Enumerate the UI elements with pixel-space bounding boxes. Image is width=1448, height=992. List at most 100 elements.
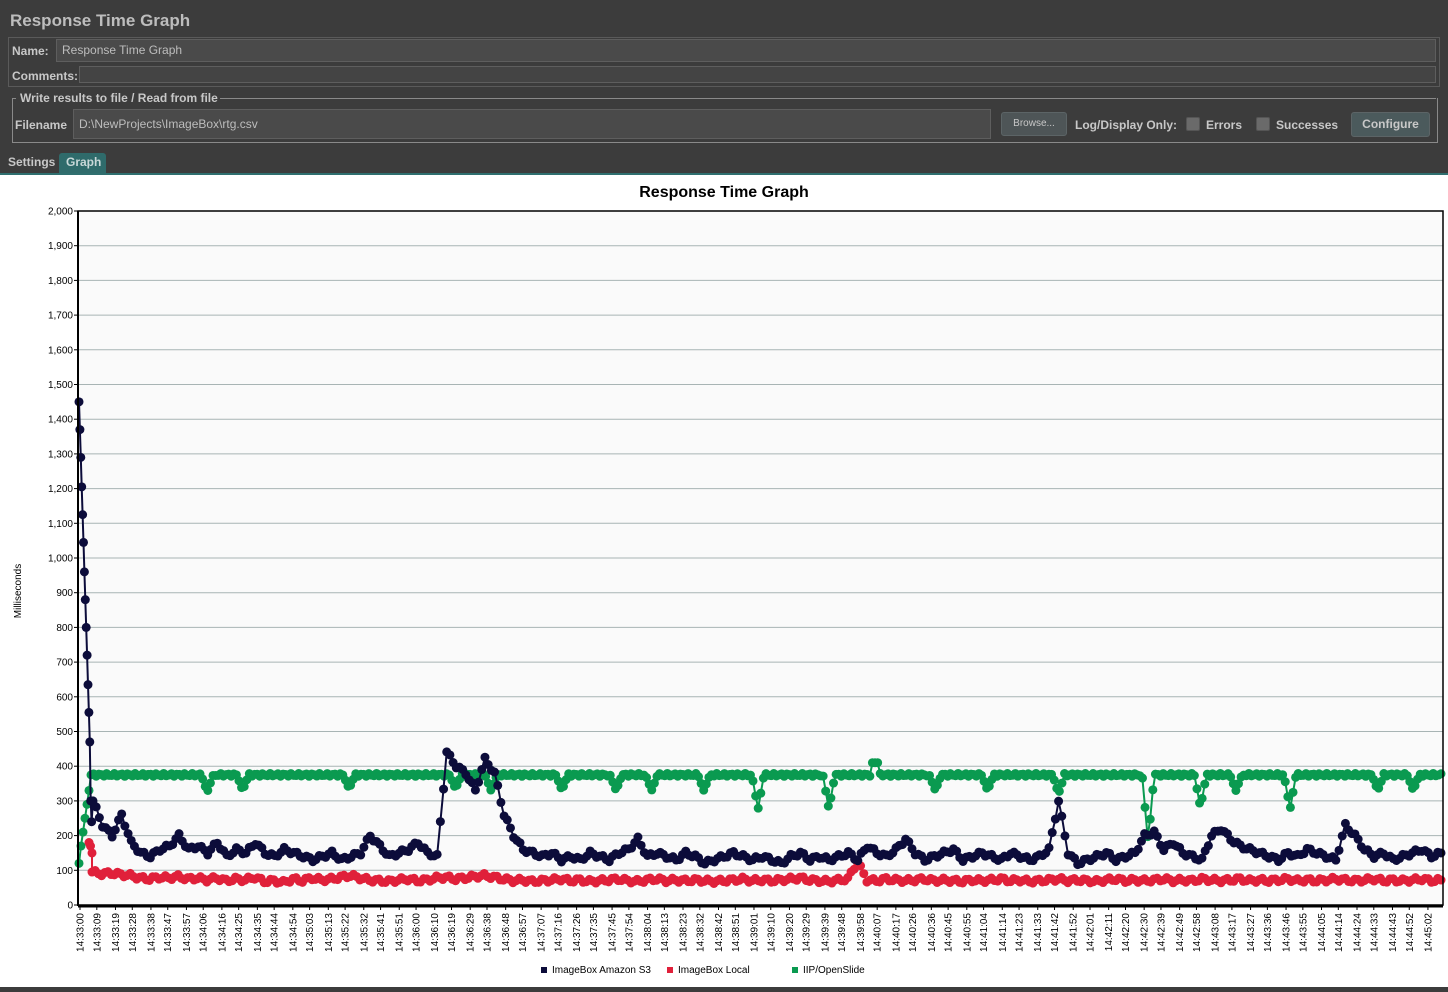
filename-input[interactable]: D:\NewProjects\ImageBox\rtg.csv (73, 109, 991, 139)
iip-openslide-point (1200, 779, 1210, 789)
imagebox-amazon-s3-point (1436, 848, 1446, 858)
iip-openslide-point (1285, 802, 1295, 812)
filename-label: Filename (15, 118, 68, 132)
x-tick-label: 14:45:02 (1423, 913, 1434, 952)
x-tick-label: 14:39:58 (856, 913, 867, 952)
y-tick-label: 1,900 (48, 241, 73, 252)
y-tick-label: 900 (56, 588, 73, 599)
errors-label: Errors (1206, 118, 1243, 132)
x-tick-label: 14:44:05 (1317, 913, 1328, 952)
imagebox-amazon-s3-point (493, 780, 503, 790)
imagebox-amazon-s3-point (1203, 841, 1213, 851)
x-tick-label: 14:43:36 (1263, 913, 1274, 952)
imagebox-amazon-s3-point (110, 825, 120, 835)
x-tick-label: 14:38:23 (679, 913, 690, 952)
x-tick-label: 14:41:52 (1069, 913, 1080, 952)
x-tick-label: 14:44:52 (1405, 913, 1416, 952)
imagebox-amazon-s3-point (505, 823, 515, 833)
imagebox-amazon-s3-point (79, 537, 88, 547)
iip-openslide-point (1148, 785, 1158, 795)
x-tick-label: 14:34:44 (270, 913, 281, 952)
imagebox-amazon-s3-point (81, 622, 91, 632)
x-tick-label: 14:42:58 (1192, 913, 1203, 952)
x-tick-label: 14:41:23 (1015, 913, 1026, 952)
name-label: Name: (12, 44, 49, 58)
y-tick-label: 1,400 (48, 415, 73, 426)
x-tick-label: 14:37:35 (589, 913, 600, 952)
x-tick-label: 14:39:10 (766, 913, 777, 952)
imagebox-amazon-s3-point (83, 680, 93, 690)
errors-checkbox[interactable] (1186, 117, 1200, 131)
successes-checkbox[interactable] (1256, 117, 1270, 131)
x-tick-label: 14:41:14 (998, 913, 1009, 952)
x-tick-label: 14:40:45 (944, 913, 955, 952)
imagebox-amazon-s3-point (490, 767, 500, 777)
imagebox-amazon-s3-point (474, 777, 484, 787)
y-tick-label: 400 (56, 762, 73, 773)
x-tick-label: 14:36:48 (501, 913, 512, 952)
x-tick-label: 14:38:13 (660, 913, 671, 952)
y-tick-label: 1,100 (48, 519, 73, 530)
x-tick-label: 14:39:20 (785, 913, 796, 952)
x-tick-label: 14:40:17 (891, 913, 902, 952)
iip-openslide-point (1137, 773, 1147, 783)
imagebox-amazon-s3-point (1331, 855, 1341, 865)
y-tick-label: 500 (56, 727, 73, 738)
imagebox-amazon-s3-point (439, 784, 449, 794)
imagebox-amazon-s3-point (1060, 831, 1070, 841)
imagebox-amazon-s3-point (496, 797, 506, 807)
x-tick-label: 14:43:55 (1298, 913, 1309, 952)
x-tick-label: 14:36:38 (482, 913, 493, 952)
x-tick-label: 14:33:28 (128, 913, 139, 952)
x-tick-label: 14:34:25 (234, 913, 245, 952)
x-tick-label: 14:43:46 (1282, 913, 1293, 952)
x-tick-label: 14:37:26 (572, 913, 583, 952)
iip-openslide-point (1280, 777, 1290, 787)
imagebox-amazon-s3-point (1057, 811, 1067, 821)
imagebox-amazon-s3-point (84, 707, 94, 717)
x-tick-label: 14:37:45 (608, 913, 619, 952)
name-input[interactable]: Response Time Graph (56, 39, 1436, 62)
imagebox-amazon-s3-point (78, 510, 88, 520)
tab-graph[interactable]: Graph (59, 153, 106, 173)
x-tick-label: 14:42:30 (1140, 913, 1151, 952)
x-tick-label: 14:42:49 (1175, 913, 1186, 952)
y-tick-label: 1,800 (48, 276, 73, 287)
tab-settings[interactable]: Settings (2, 155, 64, 173)
y-tick-label: 1,700 (48, 311, 73, 322)
imagebox-amazon-s3-point (117, 809, 127, 819)
x-tick-label: 14:40:26 (908, 913, 919, 952)
imagebox-amazon-s3-point (1047, 828, 1057, 838)
imagebox-amazon-s3-point (80, 595, 90, 605)
x-tick-label: 14:36:19 (447, 913, 458, 952)
y-tick-label: 600 (56, 692, 73, 703)
browse-button[interactable]: Browse... (1001, 112, 1067, 136)
imagebox-local-point (1436, 875, 1446, 885)
x-tick-label: 14:40:07 (873, 913, 884, 952)
x-tick-label: 14:36:00 (412, 913, 423, 952)
y-tick-label: 1,600 (48, 345, 73, 356)
iip-openslide-point (865, 771, 875, 781)
iip-openslide-point (829, 778, 838, 788)
comments-input[interactable] (79, 66, 1436, 83)
x-tick-label: 14:35:41 (376, 913, 387, 952)
imagebox-local-point (859, 869, 869, 879)
iip-openslide-point (1054, 786, 1064, 796)
legend-swatch (541, 967, 547, 973)
x-tick-label: 14:35:22 (341, 913, 352, 952)
y-axis-label: Milliseconds (13, 564, 24, 618)
comments-label: Comments: (12, 69, 79, 83)
imagebox-amazon-s3-point (356, 850, 366, 860)
iip-openslide-point (1288, 787, 1298, 797)
imagebox-amazon-s3-point (1054, 796, 1064, 806)
x-tick-label: 14:38:32 (695, 913, 706, 952)
iip-openslide-point (1049, 775, 1059, 785)
iip-openslide-point (1189, 770, 1199, 780)
imagebox-amazon-s3-point (82, 650, 92, 660)
x-tick-label: 14:36:29 (466, 913, 477, 952)
iip-openslide-point (1192, 784, 1202, 794)
chart-title: Response Time Graph (639, 184, 809, 201)
x-tick-label: 14:34:06 (199, 913, 210, 952)
configure-button[interactable]: Configure (1351, 112, 1430, 137)
iip-openslide-point (1197, 793, 1207, 803)
